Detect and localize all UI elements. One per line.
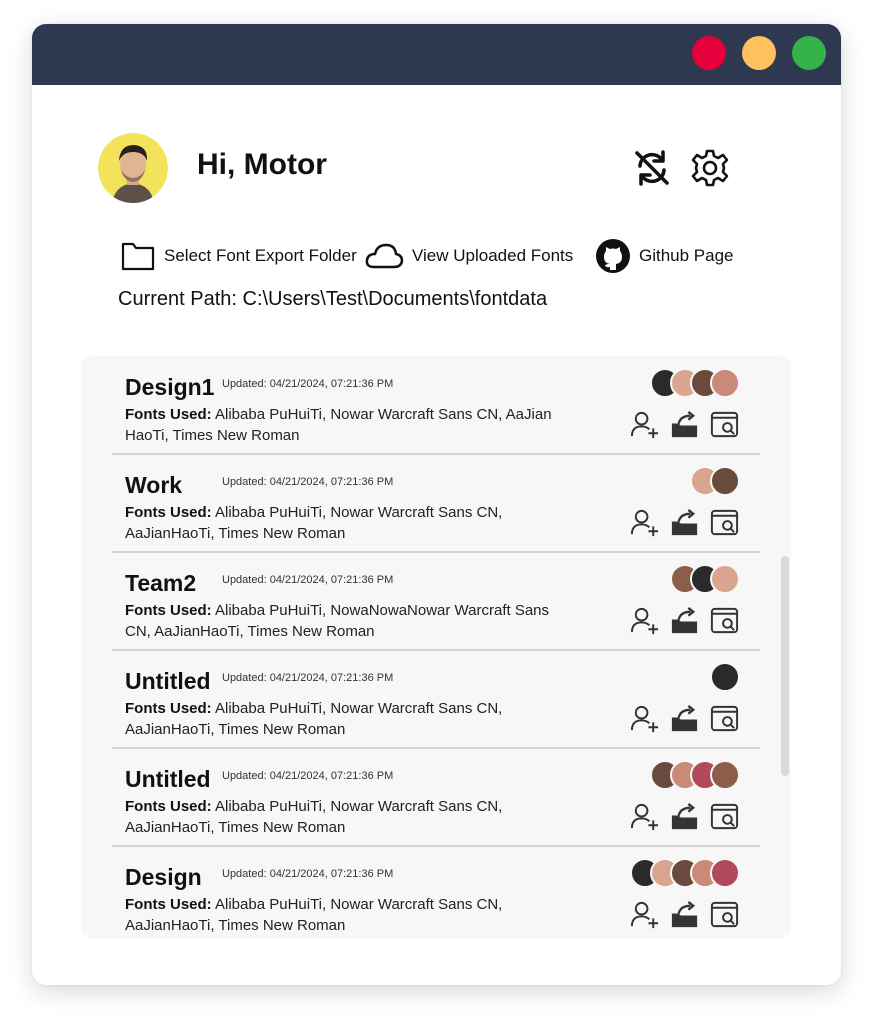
project-fonts: Fonts Used: Alibaba PuHuiTi, Nowar Warcr…	[125, 894, 565, 936]
project-list-panel: Design1 Updated: 04/21/2024, 07:21:36 PM F…	[81, 356, 791, 939]
preview-window-icon[interactable]	[709, 703, 740, 734]
maximize-window-button[interactable]	[792, 36, 826, 70]
project-fonts: Fonts Used: Alibaba PuHuiTi, Nowar Warcr…	[125, 404, 565, 446]
app-window: Hi, Motor Select Font Export Folder View…	[32, 24, 841, 985]
project-title: Untitled	[125, 668, 211, 694]
member-avatar[interactable]	[710, 858, 740, 888]
github-page-link[interactable]: Github Page	[595, 238, 734, 274]
greeting-text: Hi, Motor	[197, 148, 327, 181]
member-avatars[interactable]	[690, 466, 740, 496]
project-updated: Updated: 04/21/2024, 07:21:36 PM	[222, 868, 394, 880]
row-actions	[629, 899, 740, 930]
select-font-export-folder-label: Select Font Export Folder	[164, 246, 357, 265]
project-row[interactable]: Design Updated: 04/21/2024, 07:21:36 PM Fo…	[112, 846, 760, 939]
project-title: Untitled	[125, 766, 211, 792]
row-actions	[629, 409, 740, 440]
fonts-used-label: Fonts Used:	[125, 406, 212, 423]
export-folder-icon[interactable]	[669, 507, 700, 538]
project-updated: Updated: 04/21/2024, 07:21:36 PM	[222, 574, 394, 586]
project-row[interactable]: Untitled Updated: 04/21/2024, 07:21:36 PM…	[112, 748, 760, 847]
project-fonts: Fonts Used: Alibaba PuHuiTi, Nowar Warcr…	[125, 502, 565, 544]
close-window-button[interactable]	[692, 36, 726, 70]
project-updated: Updated: 04/21/2024, 07:21:36 PM	[222, 476, 394, 488]
add-member-icon[interactable]	[629, 507, 660, 538]
scrollbar-thumb[interactable]	[781, 556, 789, 776]
project-row[interactable]: Work Updated: 04/21/2024, 07:21:36 PM Font…	[112, 454, 760, 553]
preview-window-icon[interactable]	[709, 507, 740, 538]
add-member-icon[interactable]	[629, 899, 660, 930]
settings-gear-icon[interactable]	[690, 148, 730, 188]
member-avatar[interactable]	[710, 662, 740, 692]
project-updated: Updated: 04/21/2024, 07:21:36 PM	[222, 378, 394, 390]
project-row[interactable]: Team2 Updated: 04/21/2024, 07:21:36 PM Fon…	[112, 552, 760, 651]
row-actions	[629, 801, 740, 832]
preview-window-icon[interactable]	[709, 801, 740, 832]
member-avatar[interactable]	[710, 760, 740, 790]
title-bar	[32, 24, 841, 85]
cloud-icon	[365, 243, 404, 269]
view-uploaded-fonts-label: View Uploaded Fonts	[412, 246, 574, 265]
project-title: Team2	[125, 570, 197, 596]
member-avatars[interactable]	[670, 564, 740, 594]
preview-window-icon[interactable]	[709, 899, 740, 930]
project-title: Work	[125, 472, 183, 498]
select-font-export-folder-link[interactable]: Select Font Export Folder	[120, 238, 357, 274]
member-avatars[interactable]	[710, 662, 740, 692]
add-member-icon[interactable]	[629, 409, 660, 440]
folder-icon	[121, 242, 155, 271]
member-avatars[interactable]	[630, 858, 740, 888]
member-avatar[interactable]	[710, 466, 740, 496]
row-actions	[629, 605, 740, 636]
project-title: Design	[125, 864, 202, 890]
member-avatar[interactable]	[710, 564, 740, 594]
github-icon	[596, 239, 630, 273]
project-updated: Updated: 04/21/2024, 07:21:36 PM	[222, 672, 394, 684]
member-avatar[interactable]	[710, 368, 740, 398]
project-row[interactable]: Untitled Updated: 04/21/2024, 07:21:36 PM…	[112, 650, 760, 749]
current-path-text: Current Path: C:\Users\Test\Documents\fo…	[118, 288, 548, 310]
project-updated: Updated: 04/21/2024, 07:21:36 PM	[222, 770, 394, 782]
preview-window-icon[interactable]	[709, 409, 740, 440]
fonts-used-label: Fonts Used:	[125, 896, 212, 913]
export-folder-icon[interactable]	[669, 409, 700, 440]
fonts-used-label: Fonts Used:	[125, 504, 212, 521]
minimize-window-button[interactable]	[742, 36, 776, 70]
row-actions	[629, 703, 740, 734]
add-member-icon[interactable]	[629, 703, 660, 734]
fonts-used-label: Fonts Used:	[125, 700, 212, 717]
user-avatar[interactable]	[98, 133, 168, 203]
export-folder-icon[interactable]	[669, 801, 700, 832]
project-title: Design1	[125, 374, 215, 400]
member-avatars[interactable]	[650, 760, 740, 790]
sync-off-icon[interactable]	[632, 148, 672, 188]
fonts-used-label: Fonts Used:	[125, 602, 212, 619]
project-fonts: Fonts Used: Alibaba PuHuiTi, NowaNowaNow…	[125, 600, 565, 642]
preview-window-icon[interactable]	[709, 605, 740, 636]
add-member-icon[interactable]	[629, 605, 660, 636]
add-member-icon[interactable]	[629, 801, 660, 832]
project-row[interactable]: Design1 Updated: 04/21/2024, 07:21:36 PM F…	[112, 356, 760, 455]
project-fonts: Fonts Used: Alibaba PuHuiTi, Nowar Warcr…	[125, 796, 565, 838]
view-uploaded-fonts-link[interactable]: View Uploaded Fonts	[364, 238, 573, 274]
fonts-used-label: Fonts Used:	[125, 798, 212, 815]
member-avatars[interactable]	[650, 368, 740, 398]
export-folder-icon[interactable]	[669, 703, 700, 734]
export-folder-icon[interactable]	[669, 605, 700, 636]
project-fonts: Fonts Used: Alibaba PuHuiTi, Nowar Warcr…	[125, 698, 565, 740]
github-page-label: Github Page	[639, 246, 734, 265]
export-folder-icon[interactable]	[669, 899, 700, 930]
row-actions	[629, 507, 740, 538]
